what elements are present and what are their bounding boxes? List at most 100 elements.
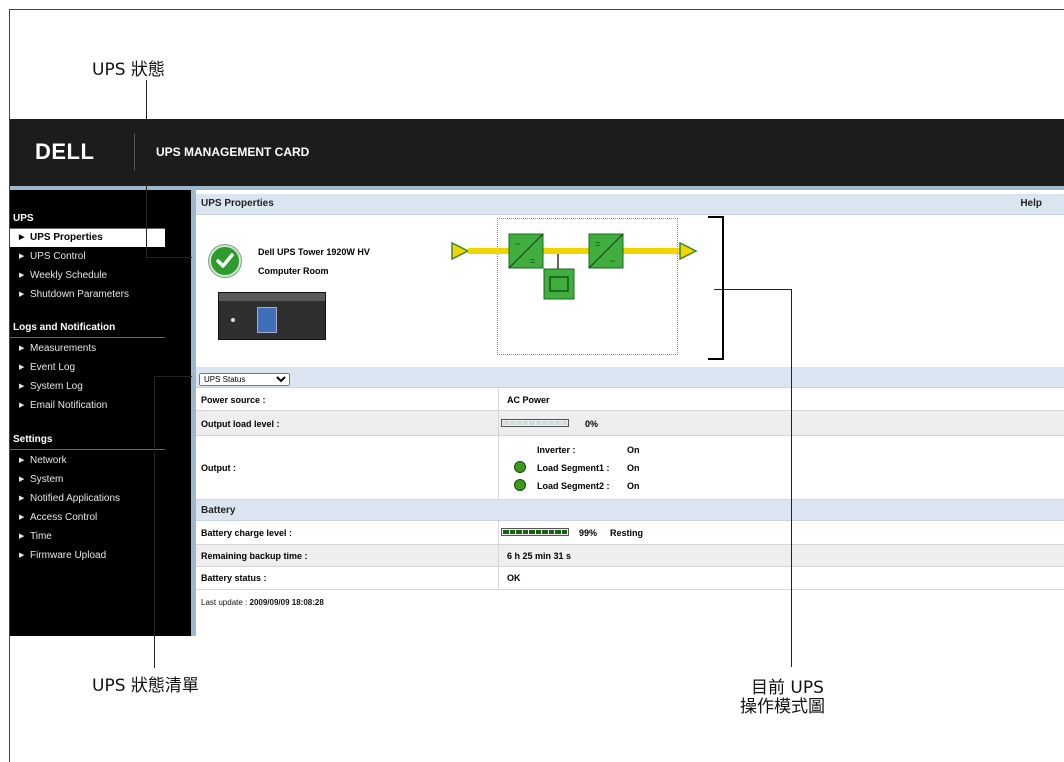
row-label: Remaining backup time : [201, 551, 308, 561]
meter-segment [516, 530, 522, 534]
sidebar-section-title: Logs and Notification [13, 322, 116, 333]
meter-segment [503, 421, 509, 425]
section-underline [10, 449, 165, 450]
callout-line-status-list [154, 376, 155, 668]
sidebar-item-label: Weekly Schedule [30, 270, 108, 281]
meter-segment [529, 530, 535, 534]
title-bar: UPS Properties Help [196, 194, 1064, 215]
device-led [231, 318, 235, 322]
sidebar-item-label: Event Log [30, 362, 76, 373]
meter-segment [503, 530, 509, 534]
meter-segment [548, 421, 554, 425]
row-value: OK [507, 573, 521, 583]
sidebar-item-ups-control[interactable]: ▶ UPS Control [10, 248, 165, 266]
sidebar-item-event-log[interactable]: ▶ Event Log [10, 359, 165, 377]
row-battery-charge: Battery charge level : 99% Resting [196, 521, 1064, 545]
caret-right-icon: ▶ [19, 495, 25, 502]
sidebar-item-weekly-schedule[interactable]: ▶ Weekly Schedule [10, 267, 165, 285]
row-backup-time: Remaining backup time : 6 h 25 min 31 s [196, 545, 1064, 567]
sidebar-section-title: Settings [13, 434, 53, 445]
checkmark-icon [216, 253, 234, 268]
meter-segment [516, 421, 522, 425]
battery-section-title: Battery [201, 505, 236, 516]
column-divider [498, 545, 499, 566]
caret-right-icon: ▶ [19, 234, 25, 241]
section-underline [10, 337, 165, 338]
input-arrow-icon [451, 241, 470, 261]
ups-status-select[interactable]: UPS Status [199, 373, 290, 386]
row-output-load: Output load level : 0% [196, 411, 1064, 436]
ups-device-image [218, 292, 326, 340]
sidebar-item-system-log[interactable]: ▶ System Log [10, 378, 165, 396]
meter-segment [522, 421, 528, 425]
meter-segment [509, 530, 515, 534]
caret-right-icon: ▶ [19, 272, 25, 279]
row-label: Battery charge level : [201, 528, 293, 538]
sidebar-item-time[interactable]: ▶ Time [10, 528, 165, 546]
sidebar-item-system[interactable]: ▶ System [10, 471, 165, 489]
last-update: Last update : 2009/09/09 18:08:28 [201, 598, 324, 607]
header: DELL UPS MANAGEMENT CARD [10, 119, 1064, 186]
callout-line-status-list-h [154, 376, 192, 377]
caret-right-icon: ▶ [19, 514, 25, 521]
sidebar-item-measurements[interactable]: ▶ Measurements [10, 340, 165, 358]
last-update-value: 2009/09/09 18:08:28 [249, 598, 324, 607]
ups-web-ui: DELL UPS MANAGEMENT CARD UPS ▶ UPS Prope… [10, 119, 1064, 636]
ac-symbol-icon: ~ [610, 256, 615, 266]
column-divider [498, 436, 499, 499]
meter-segment [548, 530, 554, 534]
caret-right-icon: ▶ [19, 402, 25, 409]
caret-right-icon: ▶ [19, 291, 25, 298]
caret-right-icon: ▶ [19, 253, 25, 260]
dell-logo[interactable]: DELL [35, 139, 94, 165]
callout-ups-status-list: UPS 狀態清單 [92, 676, 199, 696]
battery-level-meter [501, 528, 569, 536]
callout-line-mode-h [714, 289, 792, 290]
load-level-meter [501, 419, 569, 427]
caret-right-icon: ▶ [19, 552, 25, 559]
row-label: Output : [201, 463, 236, 473]
caret-right-icon: ▶ [19, 364, 25, 371]
sidebar-item-ups-properties[interactable]: ▶ UPS Properties [10, 229, 165, 247]
status-select-bar [196, 367, 1064, 388]
device-screen [257, 307, 277, 333]
sidebar-item-notified-applications[interactable]: ▶ Notified Applications [10, 490, 165, 508]
meter-segment [535, 530, 541, 534]
frame-border-top [9, 9, 1064, 10]
row-value: 6 h 25 min 31 s [507, 551, 572, 561]
sidebar-item-label: System Log [30, 381, 83, 392]
meter-segment [561, 530, 567, 534]
sidebar-section-title: UPS [13, 213, 34, 224]
last-update-label: Last update : [201, 598, 248, 607]
mode-diagram-svg: ~ = = ~ [451, 233, 698, 300]
callout-line-ups-status [146, 80, 147, 258]
caret-right-icon: ▶ [19, 383, 25, 390]
power-flow-line [468, 248, 682, 254]
sidebar-item-email-notification[interactable]: ▶ Email Notification [10, 397, 165, 415]
sidebar-item-access-control[interactable]: ▶ Access Control [10, 509, 165, 527]
caret-right-icon: ▶ [19, 476, 25, 483]
row-battery-status: Battery status : OK [196, 567, 1064, 590]
dc-symbol-icon: = [595, 239, 600, 249]
row-value: 0% [585, 419, 599, 429]
meter-segment [529, 421, 535, 425]
page-title: UPS Properties [201, 198, 274, 209]
load-segment2-label: Load Segment2 : [537, 481, 610, 491]
sidebar-item-firmware-upload[interactable]: ▶ Firmware Upload [10, 547, 165, 565]
help-link[interactable]: Help [1020, 198, 1042, 209]
sidebar-item-network[interactable]: ▶ Network [10, 452, 165, 470]
output-arrow-icon [679, 241, 698, 261]
battery-section-bar: Battery [196, 500, 1064, 521]
load-segment-icon [514, 479, 526, 491]
sidebar-item-shutdown-parameters[interactable]: ▶ Shutdown Parameters [10, 286, 165, 304]
inverter-value: On [627, 445, 640, 455]
bracket-vertical [722, 216, 724, 360]
meter-segment [542, 530, 548, 534]
status-ok-check-icon [209, 245, 241, 277]
caret-right-icon: ▶ [19, 345, 25, 352]
row-label: Battery status : [201, 573, 267, 583]
column-divider [498, 521, 499, 544]
meter-segment [542, 421, 548, 425]
callout-mode-diagram-line2: 操作模式圖 [740, 697, 825, 717]
row-power-source: Power source : AC Power [196, 389, 1064, 411]
